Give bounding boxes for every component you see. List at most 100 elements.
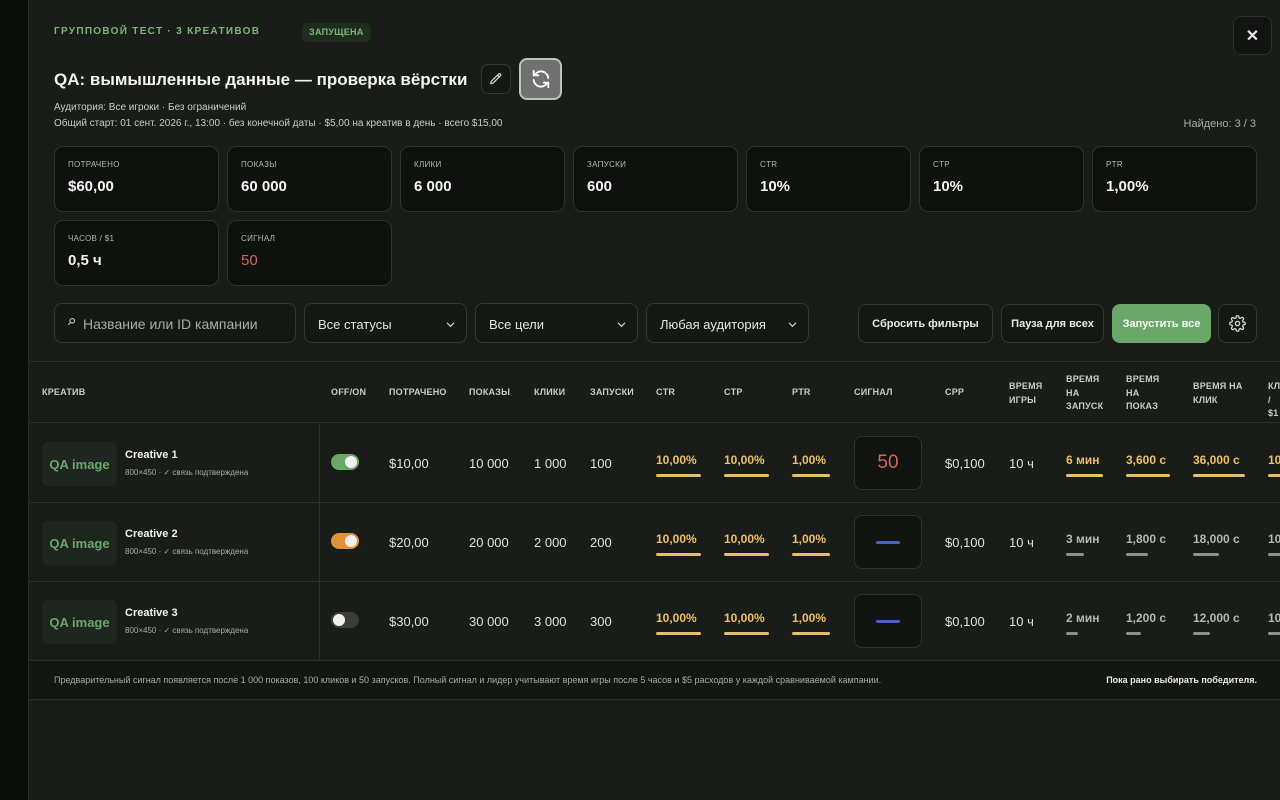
- close-icon: ✕: [1245, 27, 1260, 45]
- signal-box: [854, 594, 922, 648]
- creative-name: Creative 2: [125, 528, 178, 540]
- time-per-click-cell: 18,000 с: [1193, 532, 1240, 546]
- signal-box: [854, 515, 922, 569]
- playtime-cell: 10 ч: [1009, 614, 1034, 629]
- hours-per-dollar-bar: [1268, 632, 1280, 635]
- search-box: [54, 303, 296, 343]
- col-offon: OFF/ON: [331, 387, 367, 397]
- cpp-cell: $0,100: [945, 614, 985, 629]
- found-count: Найдено: 3 / 3: [1183, 118, 1256, 130]
- edit-title-button[interactable]: [481, 64, 511, 94]
- time-per-launch-bar: [1066, 553, 1084, 556]
- signal-rules-note: Предварительный сигнал появляется после …: [54, 675, 882, 685]
- time-per-launch-cell: 2 мин: [1066, 611, 1100, 625]
- table-header: КРЕАТИВ OFF/ON ПОТРАЧЕНО ПОКАЗЫ КЛИКИ ЗА…: [29, 362, 1280, 423]
- col-cpp: CPP: [945, 387, 965, 397]
- signal-pending-dash: [876, 540, 900, 544]
- pause-all-button[interactable]: Пауза для всех: [1001, 304, 1104, 343]
- creative-meta: 800×450 · ✓ связь подтверждена: [125, 547, 249, 556]
- ctp-bar: [724, 553, 769, 556]
- stat-card-ctr: CTR 10%: [746, 146, 911, 212]
- stat-card-ptr: PTR 1,00%: [1092, 146, 1257, 212]
- ctp-bar: [724, 474, 769, 477]
- hours-per-dollar-cell: 10: [1268, 453, 1280, 467]
- table-row[interactable]: QA image Creative 1 800×450 · ✓ связь по…: [29, 424, 1280, 503]
- col-creative: КРЕАТИВ: [42, 387, 86, 397]
- campaign-panel: ГРУППОВОЙ ТЕСТ · 3 КРЕАТИВОВ ЗАПУЩЕНА ✕ …: [28, 0, 1280, 800]
- col-playtime-line: ИГРЫ: [1009, 394, 1037, 405]
- stat-value: 0,5 ч: [68, 252, 102, 269]
- column-divider: [319, 424, 320, 503]
- reset-filters-button[interactable]: Сбросить фильтры: [858, 304, 993, 343]
- table-row[interactable]: QA image Creative 3 800×450 · ✓ связь по…: [29, 582, 1280, 661]
- ctp-bar: [724, 632, 769, 635]
- launch-all-button[interactable]: Запустить все: [1112, 304, 1211, 343]
- active-toggle[interactable]: [331, 533, 359, 549]
- time-per-click-bar: [1193, 474, 1245, 477]
- search-icon: [67, 317, 76, 329]
- goal-select[interactable]: Все цели: [475, 303, 638, 343]
- col-time-per-launch-line: НА: [1066, 387, 1080, 398]
- toggle-knob: [345, 456, 357, 468]
- stat-label: КЛИКИ: [414, 160, 442, 169]
- spent-cell: $30,00: [389, 614, 429, 629]
- chevron-down-icon: [788, 322, 797, 327]
- col-time-per-impression-line: ПОКАЗ: [1126, 401, 1159, 411]
- stat-label: ПОТРАЧЕНО: [68, 160, 120, 169]
- refresh-button[interactable]: [519, 58, 562, 100]
- col-time-per-click-line: ВРЕМЯ НА: [1193, 381, 1243, 391]
- creative-meta: 800×450 · ✓ связь подтверждена: [125, 468, 249, 477]
- time-per-impression-cell: 1,800 с: [1126, 532, 1167, 546]
- stat-value: 60 000: [241, 178, 287, 195]
- hours-per-dollar-bar: [1268, 474, 1280, 477]
- refresh-icon: [532, 69, 549, 89]
- creative-name: Creative 1: [125, 449, 178, 461]
- goal-select-value: Все цели: [489, 317, 544, 332]
- schedule-info: Общий старт: 01 сент. 2026 г., 13:00 · б…: [54, 118, 503, 129]
- launches-cell: 300: [590, 614, 612, 629]
- time-per-impression-cell: 3,600 с: [1126, 453, 1167, 467]
- active-toggle[interactable]: [331, 454, 359, 470]
- creative-name: Creative 3: [125, 607, 178, 619]
- gear-icon: [1229, 315, 1246, 332]
- col-playtime: ВРЕМЯ ИГРЫ: [1009, 380, 1042, 407]
- chevron-down-icon: [617, 322, 626, 327]
- active-toggle[interactable]: [331, 612, 359, 628]
- col-clicks: КЛИКИ: [534, 387, 566, 397]
- creative-thumbnail: QA image: [42, 600, 117, 644]
- col-spent: ПОТРАЧЕНО: [389, 387, 447, 397]
- stat-value: 10%: [760, 178, 791, 195]
- time-per-launch-bar: [1066, 632, 1078, 635]
- status-select-value: Все статусы: [318, 317, 392, 332]
- hours-per-dollar-cell: 10: [1268, 611, 1280, 625]
- ptr-cell: 1,00%: [792, 532, 827, 546]
- col-time-per-launch-line: ЗАПУСК: [1066, 401, 1104, 411]
- col-time-per-click-line: КЛИК: [1193, 394, 1218, 405]
- creative-meta: 800×450 · ✓ связь подтверждена: [125, 626, 249, 635]
- audience-select[interactable]: Любая аудитория: [646, 303, 809, 343]
- time-per-click-cell: 36,000 с: [1193, 453, 1240, 467]
- stat-value: $60,00: [68, 178, 114, 195]
- col-hours-per-dollar: КЛ / $1: [1268, 380, 1280, 421]
- stat-label: CTR: [760, 160, 778, 169]
- ctr-cell: 10,00%: [656, 532, 697, 546]
- settings-button[interactable]: [1218, 304, 1257, 343]
- hours-per-dollar-cell: 10: [1268, 532, 1280, 546]
- pencil-icon: [490, 73, 502, 85]
- table-row[interactable]: QA image Creative 2 800×450 · ✓ связь по…: [29, 503, 1280, 582]
- stat-label: CTP: [933, 160, 950, 169]
- ptr-cell: 1,00%: [792, 611, 827, 625]
- spent-cell: $20,00: [389, 535, 429, 550]
- status-select[interactable]: Все статусы: [304, 303, 467, 343]
- clicks-cell: 1 000: [534, 456, 567, 471]
- ctr-bar: [656, 632, 701, 635]
- launches-cell: 200: [590, 535, 612, 550]
- audience-select-value: Любая аудитория: [660, 317, 766, 332]
- search-input[interactable]: [83, 313, 288, 335]
- launches-cell: 100: [590, 456, 612, 471]
- col-ptr: PTR: [792, 387, 811, 397]
- cpp-cell: $0,100: [945, 535, 985, 550]
- close-button[interactable]: ✕: [1233, 16, 1272, 55]
- time-per-impression-bar: [1126, 474, 1170, 477]
- stat-value: 6 000: [414, 178, 452, 195]
